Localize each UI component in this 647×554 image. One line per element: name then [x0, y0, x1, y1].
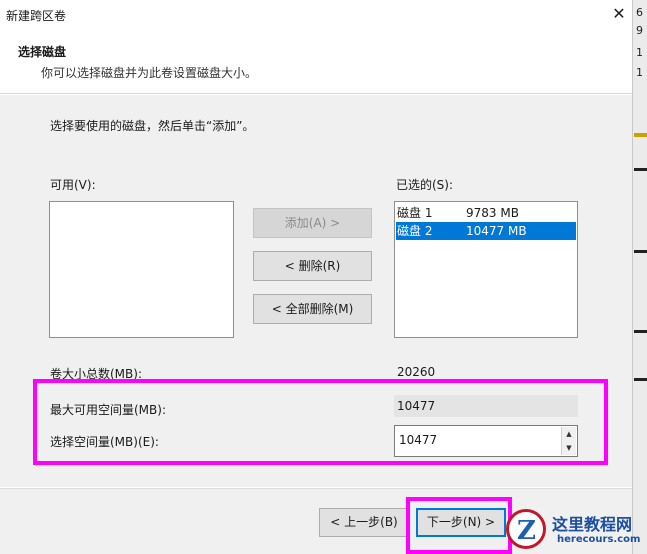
add-button[interactable]: 添加(A) > [253, 208, 372, 238]
remove-all-button[interactable]: < 全部删除(M) [253, 294, 372, 324]
instruction-text: 选择要使用的磁盘，然后单击“添加”。 [50, 119, 255, 133]
disk-size: 10477 MB [466, 224, 527, 238]
disk-name: 磁盘 1 [397, 206, 433, 220]
wizard-header [0, 32, 632, 94]
background-char: 1 [636, 66, 643, 79]
background-mark [634, 250, 647, 253]
highlight-box [33, 379, 608, 465]
disk-name: 磁盘 2 [397, 224, 433, 238]
background-mark [634, 168, 647, 171]
watermark-logo: Z [506, 509, 546, 549]
highlight-box [406, 497, 512, 554]
background-mark [634, 330, 647, 333]
title-bar [0, 0, 632, 32]
available-label: 可用(V): [50, 178, 96, 192]
watermark-name: 这里教程网 [552, 515, 633, 534]
background-char: 9 [636, 24, 643, 37]
watermark-logo-letter: Z [517, 516, 536, 546]
disk-size: 9783 MB [466, 206, 519, 220]
background-char: 1 [636, 46, 643, 59]
background-char: 6 [636, 6, 643, 19]
background-window-edge: 6 9 1 1 [632, 0, 647, 554]
list-item[interactable]: 磁盘 2 10477 MB [396, 222, 576, 240]
list-item[interactable]: 磁盘 1 9783 MB [396, 204, 576, 222]
available-disks-list[interactable] [49, 201, 234, 338]
selected-disks-list[interactable]: 磁盘 1 9783 MB 磁盘 2 10477 MB [394, 201, 578, 338]
background-mark [634, 378, 647, 381]
close-icon[interactable]: ✕ [608, 3, 630, 25]
watermark: Z 这里教程网 herecours.com [500, 505, 647, 554]
page-title: 选择磁盘 [18, 45, 67, 59]
remove-button[interactable]: < 删除(R) [253, 251, 372, 281]
background-mark [634, 133, 647, 137]
back-button[interactable]: < 上一步(B) [319, 508, 409, 537]
page-subtitle: 你可以选择磁盘并为此卷设置磁盘大小。 [41, 66, 258, 80]
selected-label: 已选的(S): [396, 178, 454, 192]
window-title: 新建跨区卷 [6, 9, 67, 23]
watermark-url: herecours.com [557, 534, 641, 545]
